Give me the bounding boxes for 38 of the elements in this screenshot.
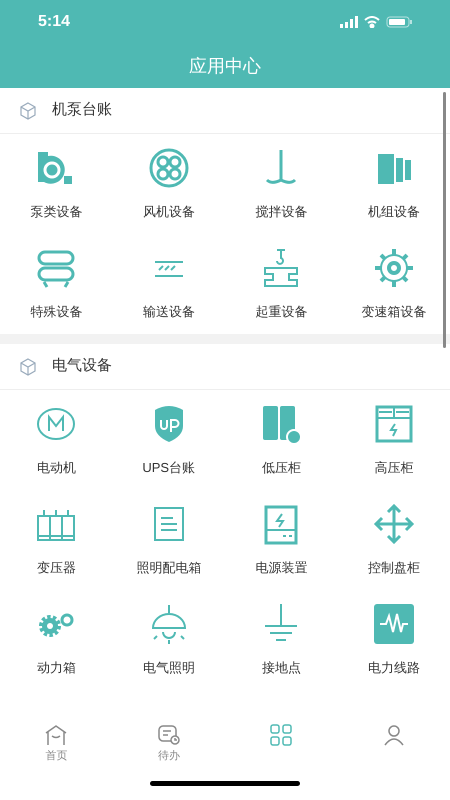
app-tile[interactable]: UPS台账 [112, 390, 225, 490]
app-tile[interactable]: 机组设备 [338, 134, 450, 234]
cube-icon [18, 100, 38, 120]
app-tile[interactable]: 起重设备 [225, 234, 338, 334]
cube-icon [18, 356, 38, 376]
app-tile[interactable]: 控制盘柜 [338, 490, 450, 590]
four-way-arrow-icon [372, 502, 416, 546]
app-tile[interactable]: 变速箱设备 [338, 234, 450, 334]
app-tile[interactable]: 照明配电箱 [112, 490, 225, 590]
app-tile[interactable]: 高压柜 [338, 390, 450, 490]
app-tile[interactable]: 动力箱 [0, 590, 112, 690]
app-tile[interactable]: 输送设备 [112, 234, 225, 334]
user-icon [382, 724, 406, 746]
app-tile[interactable]: 电动机 [0, 390, 112, 490]
grid-icon [269, 724, 294, 746]
wave-signal-icon [372, 602, 416, 646]
tab-item[interactable]: 待办 [112, 724, 225, 766]
app-tile[interactable]: 接地点 [225, 590, 338, 690]
app-tile[interactable]: 风机设备 [112, 134, 225, 234]
page-title: 应用中心 [189, 54, 261, 78]
battery-icon [386, 16, 412, 28]
wifi-icon [364, 16, 380, 28]
app-tile[interactable]: 电力线路 [338, 590, 450, 690]
app-tile[interactable]: 电源装置 [225, 490, 338, 590]
signal-icon [340, 16, 358, 28]
app-tile[interactable]: 变压器 [0, 490, 112, 590]
app-tile[interactable]: 特殊设备 [0, 234, 112, 334]
app-tile[interactable]: 搅拌设备 [225, 134, 338, 234]
section-title: 电气设备 [52, 356, 112, 376]
fan-icon [146, 146, 191, 190]
status-time: 5:14 [38, 12, 70, 32]
app-tile[interactable]: 电气照明 [112, 590, 225, 690]
app-tile[interactable]: 泵类设备 [0, 134, 112, 234]
section-title: 机泵台账 [52, 100, 112, 120]
tab-item[interactable]: 首页 [0, 724, 112, 766]
message-clock-icon [156, 724, 181, 746]
home-icon [44, 724, 68, 746]
app-tile[interactable]: 低压柜 [225, 390, 338, 490]
